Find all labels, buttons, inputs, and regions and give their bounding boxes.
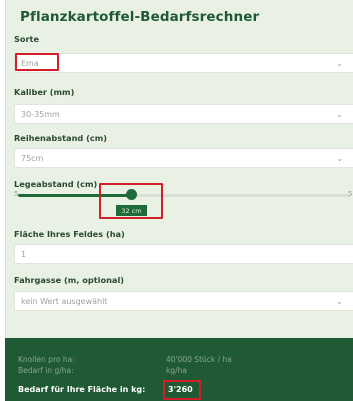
- flaeche-value: 1: [21, 249, 27, 259]
- flaeche-label: Fläche Ihres Feldes (ha): [14, 229, 125, 239]
- sorte-value: Ema: [21, 58, 39, 68]
- legeabstand-slider-track[interactable]: [18, 194, 350, 197]
- chevron-down-icon: ⌄: [336, 154, 343, 163]
- result-label-2: Bedarf in g/ha:: [18, 366, 74, 375]
- page-title: Pflanzkartoffel-Bedarfsrechner: [20, 9, 260, 25]
- kaliber-select[interactable]: 30-35mm ⌄: [14, 104, 353, 124]
- reihenabstand-select[interactable]: 75cm ⌄: [14, 148, 353, 168]
- total-label: Bedarf für Ihre Fläche in kg:: [18, 385, 146, 394]
- slider-max-label: 5: [348, 190, 353, 198]
- kaliber-value: 30-35mm: [21, 109, 60, 119]
- result-value-2: kg/ha: [166, 366, 187, 375]
- flaeche-input[interactable]: 1: [14, 244, 353, 264]
- slider-value-tooltip: 32 cm: [116, 205, 147, 216]
- fahrgasse-value: kein Wert ausgewählt: [21, 296, 108, 306]
- result-label-1: Knollen pro ha:: [18, 355, 75, 364]
- legeabstand-label: Legeabstand (cm): [14, 179, 98, 189]
- fahrgasse-select[interactable]: kein Wert ausgewählt ⌄: [14, 291, 353, 311]
- result-value-1: 40'000 Stück / ha: [166, 355, 232, 364]
- sorte-label: Sorte: [14, 34, 40, 44]
- chevron-down-icon: ⌄: [336, 297, 343, 306]
- slider-handle[interactable]: [125, 189, 137, 200]
- chevron-down-icon: ⌄: [336, 110, 343, 119]
- slider-fill: [18, 194, 131, 197]
- chevron-down-icon: ⌄: [336, 59, 343, 68]
- reihenabstand-label: Reihenabstand (cm): [14, 133, 107, 143]
- total-value: 3'260: [168, 385, 193, 394]
- kaliber-label: Kaliber (mm): [14, 87, 75, 97]
- sorte-select[interactable]: Ema ⌄: [14, 53, 353, 73]
- fahrgasse-label: Fahrgasse (m, optional): [14, 275, 125, 285]
- reihenabstand-value: 75cm: [21, 153, 44, 163]
